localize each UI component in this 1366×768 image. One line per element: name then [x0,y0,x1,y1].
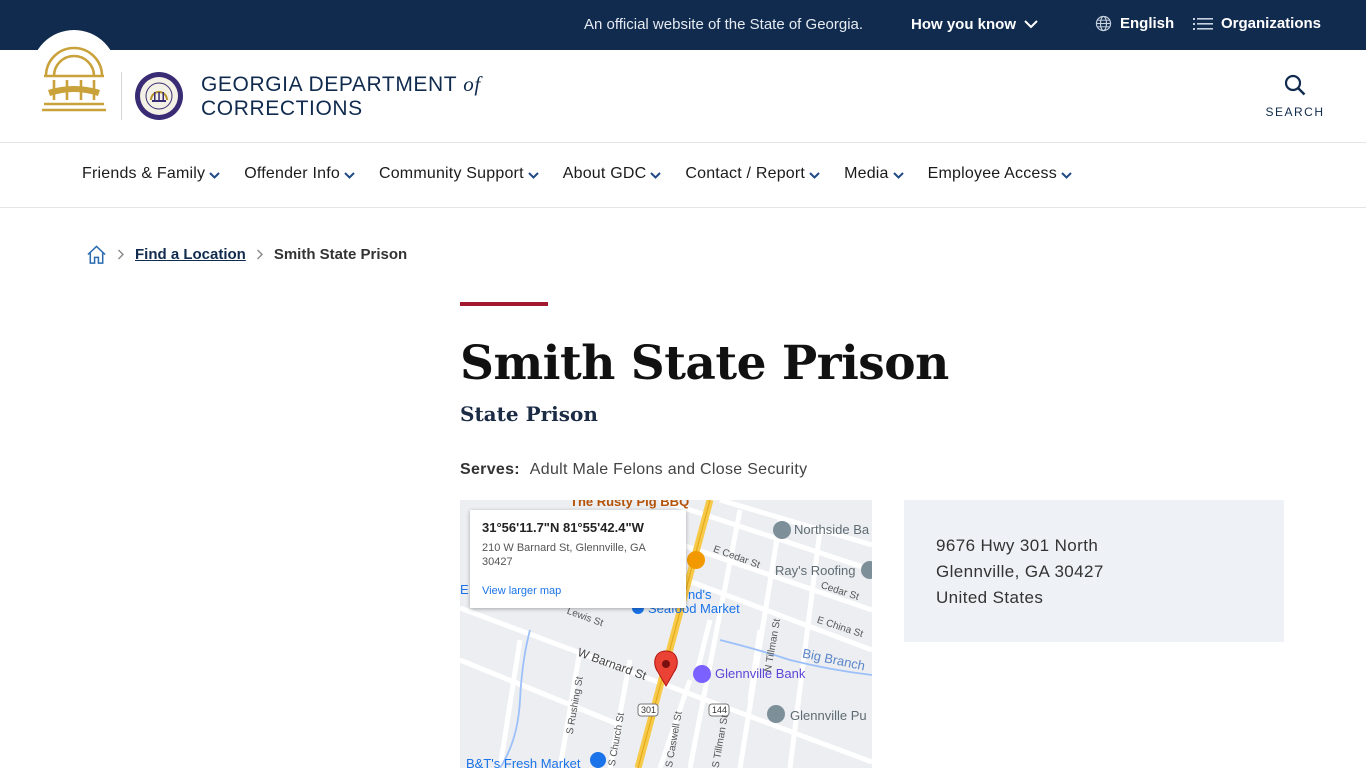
nav-item-employee-access[interactable]: Employee Access [928,165,1072,183]
poi-seafood-a[interactable]: nd's [688,587,711,602]
chevron-down-icon [809,171,820,179]
map-coordinates: 31°56'11.7"N 81°55'42.4"W [482,520,644,535]
map-address: 210 W Barnard St, Glennville, GA 30427 [482,541,674,569]
how-you-know-label: How you know [911,16,1016,33]
home-icon[interactable] [86,244,107,265]
search-button[interactable]: SEARCH [1264,74,1326,119]
route-144-shield: 144 [712,705,728,715]
list-icon [1193,17,1213,30]
view-larger-map-link[interactable]: View larger map [482,585,674,597]
search-label: SEARCH [1265,105,1325,119]
poi-northside[interactable]: Northside Ba [794,522,869,537]
chevron-down-icon [1024,20,1038,29]
globe-icon [1095,15,1112,32]
nav-item-label: About GDC [562,165,647,182]
chevron-right-icon [256,249,263,260]
address-line3: United States [936,588,1044,607]
title-accent-bar [460,302,548,306]
poi-rays-roofing[interactable]: Ray's Roofing [775,563,856,578]
address-card: 9676 Hwy 301 North Glennville, GA 30427 … [904,500,1284,642]
nav-item-community-support[interactable]: Community Support [379,165,539,183]
nav-item-friends-family[interactable]: Friends & Family [82,165,220,183]
site-header: GEORGIA DEPARTMENT of CORRECTIONS SEARCH [0,30,1366,143]
serves-label: Serves: [460,461,520,478]
chevron-down-icon [344,171,355,179]
page-title: Smith State Prison [460,336,949,391]
location-map[interactable]: The Rusty Pig BBQ Northside Ba Ray's Roo… [460,500,872,768]
poi-edge-label: E [460,582,469,597]
agency-name[interactable]: GEORGIA DEPARTMENT of CORRECTIONS [201,72,481,121]
nav-item-offender-info[interactable]: Offender Info [244,165,355,183]
language-label: English [1120,15,1175,32]
gdc-seal-logo[interactable] [134,70,184,122]
logo-divider [121,72,122,120]
poi-fresh-market[interactable]: B&T's Fresh Market [466,756,580,768]
map-address-line1: 210 W Barnard St, Glennville, GA [482,542,646,554]
nav-item-contact-report[interactable]: Contact / Report [685,165,820,183]
search-icon [1284,74,1306,96]
page-subtitle: State Prison [460,402,598,426]
nav-item-label: Employee Access [927,165,1057,182]
chevron-down-icon [209,171,220,179]
chevron-down-icon [892,171,904,179]
nav-item-about-gdc[interactable]: About GDC [563,165,662,183]
organizations-menu[interactable]: Organizations [1193,15,1321,32]
serves-value: Adult Male Felons and Close Security [529,461,808,478]
chevron-right-icon [118,249,124,260]
official-banner: An official website of the State of Geor… [0,0,1366,50]
how-you-know-toggle[interactable]: How you know [911,16,1038,33]
official-website-text: An official website of the State of Geor… [584,16,864,33]
chevron-down-icon [528,171,539,179]
nav-item-label: Friends & Family [82,165,206,182]
chevron-down-icon [650,171,662,179]
agency-name-line1: GEORGIA DEPARTMENT [201,73,457,96]
main-navigation: Friends & Family Offender Info Community… [0,143,1366,208]
address-line2: Glennville, GA 30427 [936,562,1104,581]
agency-name-of: of [463,72,481,96]
address-line1: 9676 Hwy 301 North [936,536,1099,555]
breadcrumb: Find a Location Smith State Prison [86,244,407,265]
organizations-label: Organizations [1221,15,1322,32]
map-info-card: 31°56'11.7"N 81°55'42.4"W 210 W Barnard … [470,510,686,608]
chevron-down-icon [1061,171,1072,179]
nav-item-label: Media [844,165,889,182]
nav-item-media[interactable]: Media [844,165,904,183]
poi-rusty-pig[interactable]: The Rusty Pig BBQ [570,500,689,509]
georgia-arch-logo[interactable] [40,40,108,116]
route-301-shield: 301 [641,705,657,715]
serves-row: Serves: Adult Male Felons and Close Secu… [460,461,807,479]
language-selector[interactable]: English [1095,15,1174,32]
breadcrumb-current: Smith State Prison [273,246,408,263]
breadcrumb-find-location[interactable]: Find a Location [135,246,246,263]
map-address-line2: 30427 [482,556,513,568]
poi-glennville-pub[interactable]: Glennville Pu [790,708,867,723]
nav-item-label: Community Support [378,165,524,182]
poi-glennville-bank[interactable]: Glennville Bank [715,666,805,681]
nav-item-label: Contact / Report [685,165,806,182]
nav-item-label: Offender Info [244,165,340,182]
agency-name-line2: CORRECTIONS [201,97,363,120]
